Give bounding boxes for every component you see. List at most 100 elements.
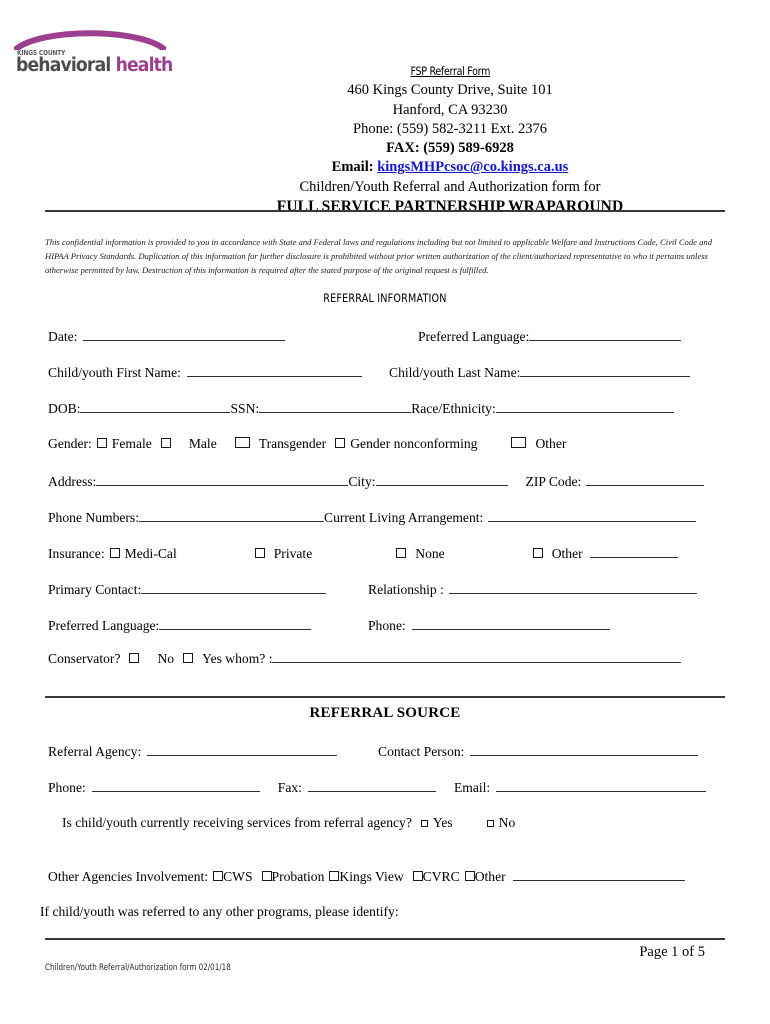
currently-receiving-yes-label: Yes bbox=[432, 815, 453, 830]
logo-arc-icon bbox=[14, 30, 166, 50]
last-name-label: Child/youth Last Name: bbox=[389, 364, 521, 380]
contact-person-label: Contact Person: bbox=[378, 743, 465, 759]
phone-numbers-input[interactable] bbox=[139, 509, 324, 522]
conservator-whom-input[interactable] bbox=[272, 650, 682, 663]
field-row-first-name: Child/youth First Name: bbox=[48, 364, 362, 381]
gender-option-female-label: Female bbox=[111, 436, 152, 451]
field-row-preferred-language-2: Preferred Language: bbox=[48, 617, 312, 634]
insurance-option-medi-cal-label: Medi-Cal bbox=[124, 545, 177, 561]
source-fax-label: Fax: bbox=[277, 779, 302, 795]
source-email-input[interactable] bbox=[496, 779, 707, 792]
preferred-language-input[interactable] bbox=[529, 328, 682, 341]
conservator-yes-label: Yes whom? : bbox=[202, 650, 273, 666]
contact-person-input[interactable] bbox=[470, 743, 699, 756]
other-agencies-option-cws-label: CWS bbox=[223, 868, 253, 884]
other-agencies-label: Other Agencies Involvement: bbox=[48, 868, 209, 884]
page-number: Page 1 of 5 bbox=[639, 944, 705, 960]
conservator-checkbox-yes[interactable] bbox=[183, 652, 194, 663]
conservator-checkbox-no[interactable] bbox=[129, 652, 140, 663]
gender-checkbox-transgender[interactable] bbox=[234, 437, 250, 448]
source-phone-input[interactable] bbox=[91, 779, 260, 792]
document-page: KINGS COUNTY behavioral health FSP Refer… bbox=[0, 0, 770, 1024]
footer-form-note: Children/Youth Referral/Authorization fo… bbox=[45, 962, 231, 972]
city-input[interactable] bbox=[375, 473, 508, 486]
preferred-language-2-input[interactable] bbox=[159, 617, 312, 630]
header-program-name: FULL SERVICE PARTNERSHIP WRAPAROUND bbox=[276, 197, 624, 215]
source-email-label: Email: bbox=[453, 779, 491, 795]
header-title-line: FSP Referral Form bbox=[180, 60, 720, 81]
relationship-label: Relationship : bbox=[368, 581, 444, 597]
field-row-last-name: Child/youth Last Name: bbox=[389, 364, 691, 381]
insurance-label: Insurance: bbox=[48, 545, 105, 561]
ssn-input[interactable] bbox=[259, 400, 412, 413]
primary-contact-input[interactable] bbox=[141, 581, 327, 594]
ssn-label: SSN: bbox=[230, 400, 260, 416]
header-address: 460 Kings County Drive, Suite 101 bbox=[347, 82, 553, 99]
other-agencies-checkbox-cws[interactable] bbox=[213, 870, 224, 881]
other-agencies-checkbox-probation[interactable] bbox=[261, 870, 272, 881]
insurance-option-none-label: None bbox=[415, 545, 445, 561]
gender-option-other-label: Other bbox=[535, 436, 567, 451]
gender-checkbox-male[interactable] bbox=[160, 438, 171, 448]
gender-checkbox-nonconforming[interactable] bbox=[335, 438, 346, 448]
conservator-label: Conservator? bbox=[48, 650, 121, 666]
logo-wordmark: behavioral health bbox=[16, 55, 173, 76]
living-arrangement-label: Current Living Arrangement: bbox=[324, 509, 484, 525]
preferred-language-2-label: Preferred Language: bbox=[48, 617, 160, 633]
field-row-phone-living: Phone Numbers: Current Living Arrangemen… bbox=[48, 509, 697, 526]
field-row-source-phone-fax-email: Phone: Fax: Email: bbox=[48, 779, 707, 796]
other-agencies-checkbox-cvrc[interactable] bbox=[412, 870, 423, 881]
insurance-other-input[interactable] bbox=[589, 545, 678, 558]
header-email-row: Email: kingsMHPcsoc@co.kings.ca.us bbox=[180, 158, 720, 177]
race-ethnicity-label: Race/Ethnicity: bbox=[411, 400, 496, 416]
phone-2-input[interactable] bbox=[411, 617, 610, 630]
date-input[interactable] bbox=[83, 328, 286, 341]
section-heading-referral-information: REFERRAL INFORMATION bbox=[323, 291, 447, 305]
header-fax: FAX: (559) 589-6928 bbox=[386, 140, 514, 157]
kings-county-behavioral-health-logo: KINGS COUNTY behavioral health bbox=[14, 26, 173, 76]
currently-receiving-checkbox-no[interactable] bbox=[486, 820, 494, 827]
header-email-link[interactable]: kingsMHPcsoc@co.kings.ca.us bbox=[377, 159, 568, 175]
address-input[interactable] bbox=[96, 473, 349, 486]
source-phone-label: Phone: bbox=[48, 779, 86, 795]
source-fax-input[interactable] bbox=[307, 779, 436, 792]
field-row-primary-contact: Primary Contact: bbox=[48, 581, 327, 598]
header-title: FSP Referral Form bbox=[410, 64, 490, 78]
field-row-address: Address: City: ZIP Code: bbox=[48, 473, 705, 490]
gender-checkbox-female[interactable] bbox=[96, 438, 107, 448]
dob-input[interactable] bbox=[80, 400, 231, 413]
insurance-checkbox-private[interactable] bbox=[254, 547, 265, 558]
other-agencies-checkbox-other[interactable] bbox=[464, 870, 475, 881]
living-arrangement-input[interactable] bbox=[488, 509, 697, 522]
first-name-input[interactable] bbox=[186, 364, 362, 377]
zip-input[interactable] bbox=[586, 473, 705, 486]
currently-receiving-no-label: No bbox=[498, 815, 516, 830]
field-row-contact-person: Contact Person: bbox=[378, 743, 699, 760]
field-row-dob-ssn-race: DOB: SSN: Race/Ethnicity: bbox=[48, 400, 674, 417]
currently-receiving-checkbox-yes[interactable] bbox=[420, 820, 428, 827]
relationship-input[interactable] bbox=[448, 581, 697, 594]
divider-top bbox=[45, 210, 725, 212]
zip-label: ZIP Code: bbox=[525, 473, 582, 489]
currently-receiving-question: Is child/youth currently receiving servi… bbox=[62, 815, 412, 830]
other-agencies-option-kings-view-label: Kings View bbox=[339, 868, 404, 884]
last-name-input[interactable] bbox=[520, 364, 691, 377]
other-agencies-checkbox-kings-view[interactable] bbox=[329, 870, 340, 881]
field-row-relationship: Relationship : bbox=[368, 581, 697, 598]
field-row-date: Date: bbox=[48, 328, 286, 345]
race-ethnicity-input[interactable] bbox=[495, 400, 674, 413]
field-row-other-programs: If child/youth was referred to any other… bbox=[40, 904, 399, 920]
gender-checkbox-other[interactable] bbox=[511, 437, 527, 448]
insurance-checkbox-other[interactable] bbox=[532, 547, 543, 558]
referral-agency-label: Referral Agency: bbox=[48, 743, 142, 759]
preferred-language-label: Preferred Language: bbox=[418, 328, 530, 344]
logo-word-behavioral: behavioral bbox=[16, 55, 111, 76]
insurance-checkbox-medi-cal[interactable] bbox=[109, 547, 120, 558]
gender-option-male-label: Male bbox=[188, 436, 217, 451]
referral-agency-input[interactable] bbox=[147, 743, 338, 756]
other-agencies-other-input[interactable] bbox=[512, 868, 685, 881]
insurance-checkbox-none[interactable] bbox=[396, 547, 407, 558]
field-row-currently-receiving: Is child/youth currently receiving servi… bbox=[62, 815, 515, 831]
city-label: City: bbox=[348, 473, 376, 489]
field-row-phone-2: Phone: bbox=[368, 617, 610, 634]
